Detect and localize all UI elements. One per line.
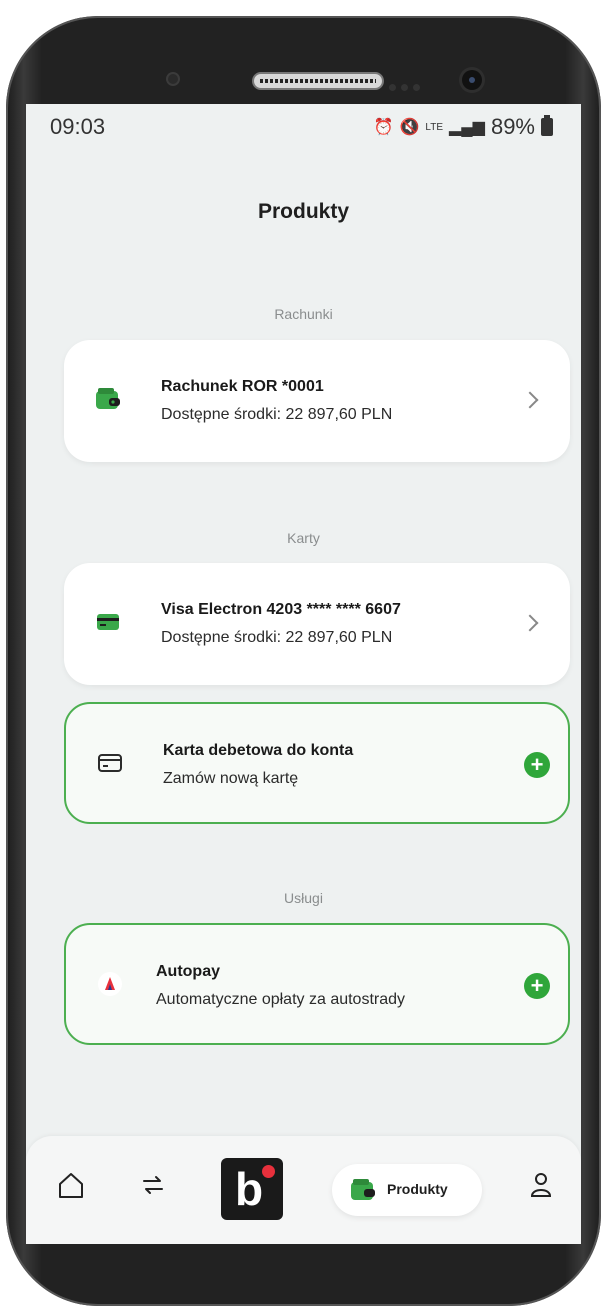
mute-icon: 🔇 (399, 119, 420, 136)
section-label-accounts: Rachunki (274, 306, 333, 322)
app-screen: 09:03 ⏰ 🔇 LTE ▂▄▆ 89% Produkty Rachunki … (26, 104, 581, 1244)
signal-icon: ▂▄▆ (449, 119, 485, 136)
section-label-cards: Karty (287, 530, 320, 546)
wallet-icon (96, 388, 120, 409)
order-card-button[interactable]: Karta debetowa do konta Zamów nową kartę… (64, 702, 570, 824)
wallet-icon (351, 1179, 375, 1200)
home-icon[interactable] (56, 1170, 86, 1200)
battery-icon (541, 115, 553, 136)
card-icon (97, 614, 119, 630)
nav-products-tab[interactable]: Produkty (332, 1164, 482, 1216)
card-title: Visa Electron 4203 **** **** 6607 (161, 601, 401, 618)
autopay-subtitle: Automatyczne opłaty za autostrady (156, 991, 406, 1008)
section-label-services: Usługi (284, 890, 323, 906)
alarm-icon: ⏰ (373, 119, 394, 136)
add-icon[interactable]: + (524, 973, 550, 999)
order-card-subtitle: Zamów nową kartę (163, 770, 299, 787)
account-title: Rachunek ROR *0001 (161, 378, 324, 395)
nav-products-label: Produkty (387, 1181, 448, 1197)
payment-card[interactable]: Visa Electron 4203 **** **** 6607 Dostęp… (64, 563, 570, 685)
autopay-button[interactable]: Autopay Automatyczne opłaty za autostrad… (64, 923, 570, 1045)
status-time: 09:03 (50, 114, 106, 139)
sensor-dots (389, 78, 429, 91)
chevron-right-icon (521, 614, 539, 632)
add-icon[interactable]: + (524, 752, 550, 778)
sensor-icon (168, 74, 178, 84)
bottom-nav: b Produkty (26, 1136, 581, 1244)
autopay-title: Autopay (156, 963, 220, 980)
speaker-grille (252, 72, 384, 90)
phone-frame: 09:03 ⏰ 🔇 LTE ▂▄▆ 89% Produkty Rachunki … (6, 16, 601, 1306)
front-camera-icon (462, 70, 482, 90)
order-card-title: Karta debetowa do konta (163, 742, 354, 759)
status-bar: 09:03 ⏰ 🔇 LTE ▂▄▆ 89% (26, 104, 581, 144)
chevron-right-icon (521, 391, 539, 409)
profile-icon[interactable] (526, 1170, 556, 1200)
account-card[interactable]: Rachunek ROR *0001 Dostępne środki: 22 8… (64, 340, 570, 462)
page-title: Produkty (257, 200, 349, 223)
network-type: LTE (425, 121, 443, 133)
account-balance: Dostępne środki: 22 897,60 PLN (161, 406, 393, 423)
bank-logo-icon[interactable]: b (221, 1158, 283, 1220)
autopay-logo-icon (98, 972, 122, 996)
transfer-arrows-icon[interactable] (138, 1170, 168, 1200)
battery-percent: 89% (490, 114, 535, 139)
status-icons: ⏰ 🔇 LTE ▂▄▆ 89% (374, 114, 553, 140)
card-outline-icon (98, 754, 122, 772)
card-balance: Dostępne środki: 22 897,60 PLN (161, 629, 393, 646)
